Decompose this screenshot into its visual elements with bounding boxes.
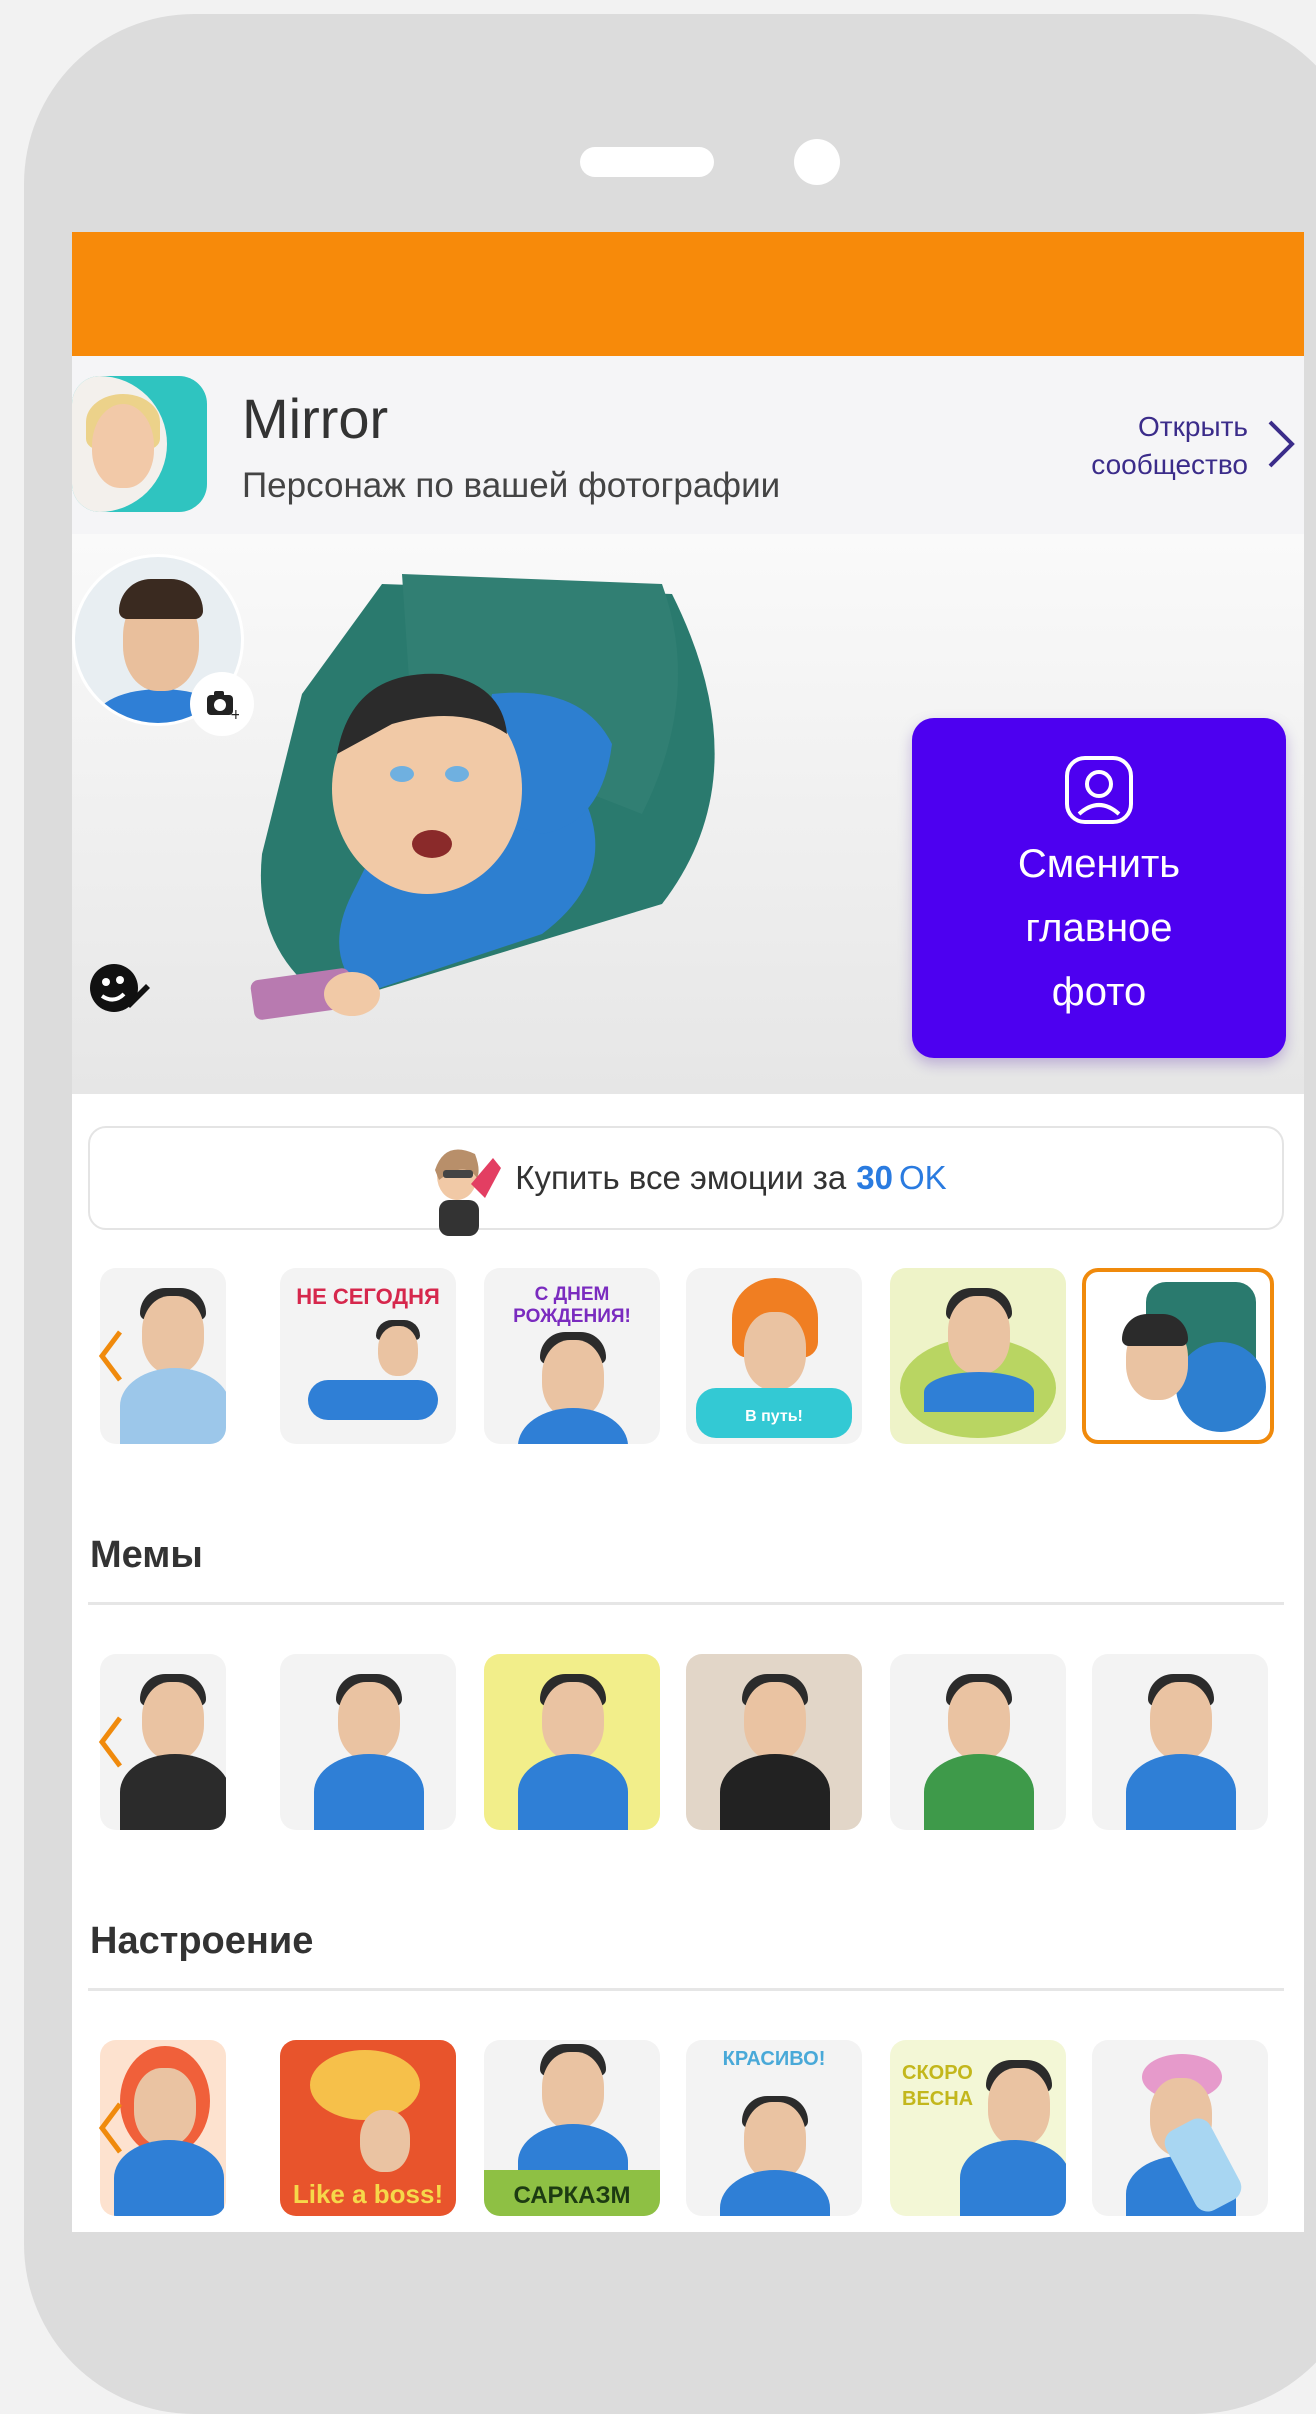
sticker-caption: Like a boss! [292,2179,444,2209]
sticker-caption: СКОРО ВЕСНА [902,2062,974,2110]
emotions-sticker-row: НЕ СЕГОДНЯ С ДНЕМ РОЖДЕНИЯ! В путь! [72,1268,1304,1444]
change-photo-label-2: главное [1025,906,1173,950]
app-title: Mirror [242,387,389,450]
change-photo-label-3: фото [1051,970,1147,1014]
section-title-memes: Мемы [90,1534,203,1576]
mood-sticker-row: Like a boss! САРКАЗМ КРАСИВО! СКОРО ВЕСН… [72,2040,1304,2216]
woman-with-hand-icon [435,1149,502,1236]
app-header: Mirror Персонаж по вашей фотографии Откр… [72,356,1304,534]
memes-sticker-row [72,1654,1304,1830]
sticker-tile[interactable] [686,1654,862,1830]
sticker-tile-selected[interactable] [1082,1268,1274,1444]
phone-speaker [580,147,714,177]
open-community-label-2: сообщество [1091,449,1248,480]
sticker-caption: В путь! [745,1408,803,1425]
chevron-left-icon[interactable] [96,1326,126,1386]
chevron-right-icon[interactable] [1260,414,1300,474]
sticker-tile[interactable]: С ДНЕМ РОЖДЕНИЯ! [484,1268,660,1444]
change-photo-label-1: Сменить [1017,842,1181,886]
sticker-tile[interactable]: КРАСИВО! [686,2040,862,2216]
buy-all-emotions-button[interactable]: Купить все эмоции за 30 OK [88,1126,1284,1236]
buy-label: Купить все эмоции за [515,1159,847,1196]
sticker-caption: САРКАЗМ [513,2182,631,2209]
sticker-tile[interactable]: НЕ СЕГОДНЯ [280,1268,456,1444]
sticker-tile[interactable]: СКОРО ВЕСНА [890,2040,1066,2216]
open-community-label-1: Открыть [1138,411,1248,442]
portrait-icon [1065,756,1133,824]
sticker-tile[interactable] [1092,1654,1268,1830]
sticker-tile[interactable] [484,1654,660,1830]
main-sticker [250,574,715,1020]
sticker-tile[interactable] [1092,2040,1268,2216]
emoji-edit-icon[interactable] [86,954,152,1020]
chevron-left-icon[interactable] [96,1712,126,1772]
status-bar [72,232,1304,356]
sticker-caption: С ДНЕМ РОЖДЕНИЯ! [513,1284,631,1327]
app-logo[interactable] [72,376,207,512]
app-screen: Mirror Персонаж по вашей фотографии Откр… [72,232,1304,2232]
sticker-tile[interactable]: В путь! [686,1268,862,1444]
svg-text:+: + [230,707,239,719]
sticker-tile[interactable]: Like a boss! [280,2040,456,2216]
phone-camera [794,139,840,185]
section-divider [88,1988,1284,1991]
change-main-photo-button[interactable]: Сменить главное фото [912,718,1286,1058]
sticker-tile[interactable]: САРКАЗМ [484,2040,660,2216]
section-title-mood: Настроение [90,1920,314,1962]
sticker-tile[interactable] [890,1654,1066,1830]
sticker-tile[interactable] [890,1268,1066,1444]
app-subtitle: Персонаж по вашей фотографии [242,466,781,505]
open-community-link[interactable]: Открыть сообщество [1091,408,1248,484]
sticker-caption: КРАСИВО! [722,2048,826,2070]
buy-price: 30 [856,1159,893,1196]
sticker-tile[interactable] [280,1654,456,1830]
sticker-caption: НЕ СЕГОДНЯ [296,1284,440,1309]
hero-section: + Сменить главное фото [72,534,1304,1094]
buy-currency: OK [899,1159,947,1196]
section-divider [88,1602,1284,1605]
chevron-left-icon[interactable] [96,2098,126,2158]
